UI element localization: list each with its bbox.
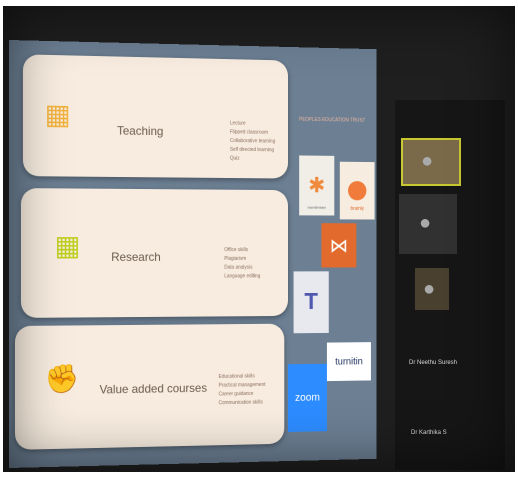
brainly-icon: [348, 181, 367, 201]
meeting-screen-photo: ▦ Teaching Lecture Flipped classroom Col…: [3, 6, 515, 472]
tile-label: zoom: [295, 391, 320, 404]
list-item: Office skills: [224, 247, 248, 254]
zoom-tile: zoom: [288, 363, 327, 433]
research-icon: ▦: [54, 230, 81, 261]
teaching-icon: ▦: [44, 98, 71, 130]
moodle-icon: ⋈: [329, 235, 349, 257]
person-icon: ●: [419, 212, 432, 234]
tile-label: brainly: [350, 205, 364, 212]
turnitin-tile: turnitin: [326, 342, 371, 382]
list-item: Communication skills: [218, 399, 263, 407]
value-added-card: ✊ Value added courses Educational skills…: [14, 323, 285, 450]
mentimeter-tile: ✱ mentimeter: [299, 155, 335, 216]
tile-label: mentimeter: [307, 204, 327, 210]
list-item: Language editing: [224, 273, 261, 280]
participant-video[interactable]: ●: [415, 268, 449, 310]
list-item: Quiz: [229, 155, 240, 162]
teaching-list: Lecture Flipped classroom Collaborative …: [230, 120, 288, 164]
participant-video[interactable]: ●: [399, 194, 457, 254]
participant-name: Dr Neethu Suresh: [409, 360, 458, 366]
shared-slide: ▦ Teaching Lecture Flipped classroom Col…: [9, 40, 377, 468]
brainly-tile: brainly: [339, 161, 375, 220]
card-title: Value added courses: [99, 380, 208, 397]
participants-panel: ● ● ● Dr Neethu Suresh Dr Karthika S: [395, 100, 505, 470]
moodle-tile: ⋈: [321, 223, 357, 268]
teams-icon: T: [304, 288, 318, 315]
participant-name: Dr Karthika S: [411, 430, 447, 436]
person-icon: ●: [421, 150, 434, 172]
active-speaker-video[interactable]: ●: [401, 138, 461, 186]
research-card: ▦ Research Office skills Plagiarism Data…: [20, 188, 289, 318]
list-item: Plagiarism: [224, 255, 247, 262]
card-title: Research: [111, 250, 161, 264]
list-item: Data analysis: [224, 264, 253, 271]
card-title: Teaching: [117, 123, 164, 139]
tile-label: turnitin: [335, 356, 363, 368]
mentimeter-icon: ✱: [308, 172, 326, 198]
teaching-card: ▦ Teaching Lecture Flipped classroom Col…: [22, 54, 289, 179]
teams-tile: T: [293, 271, 329, 334]
research-list: Office skills Plagiarism Data analysis L…: [224, 246, 280, 281]
value-list: Educational skills Practical management …: [219, 372, 281, 408]
institution-logo: PEOPLES EDUCATION TRUST: [299, 116, 366, 124]
person-icon: ●: [423, 278, 436, 300]
raised-fist-icon: ✊: [44, 363, 79, 395]
